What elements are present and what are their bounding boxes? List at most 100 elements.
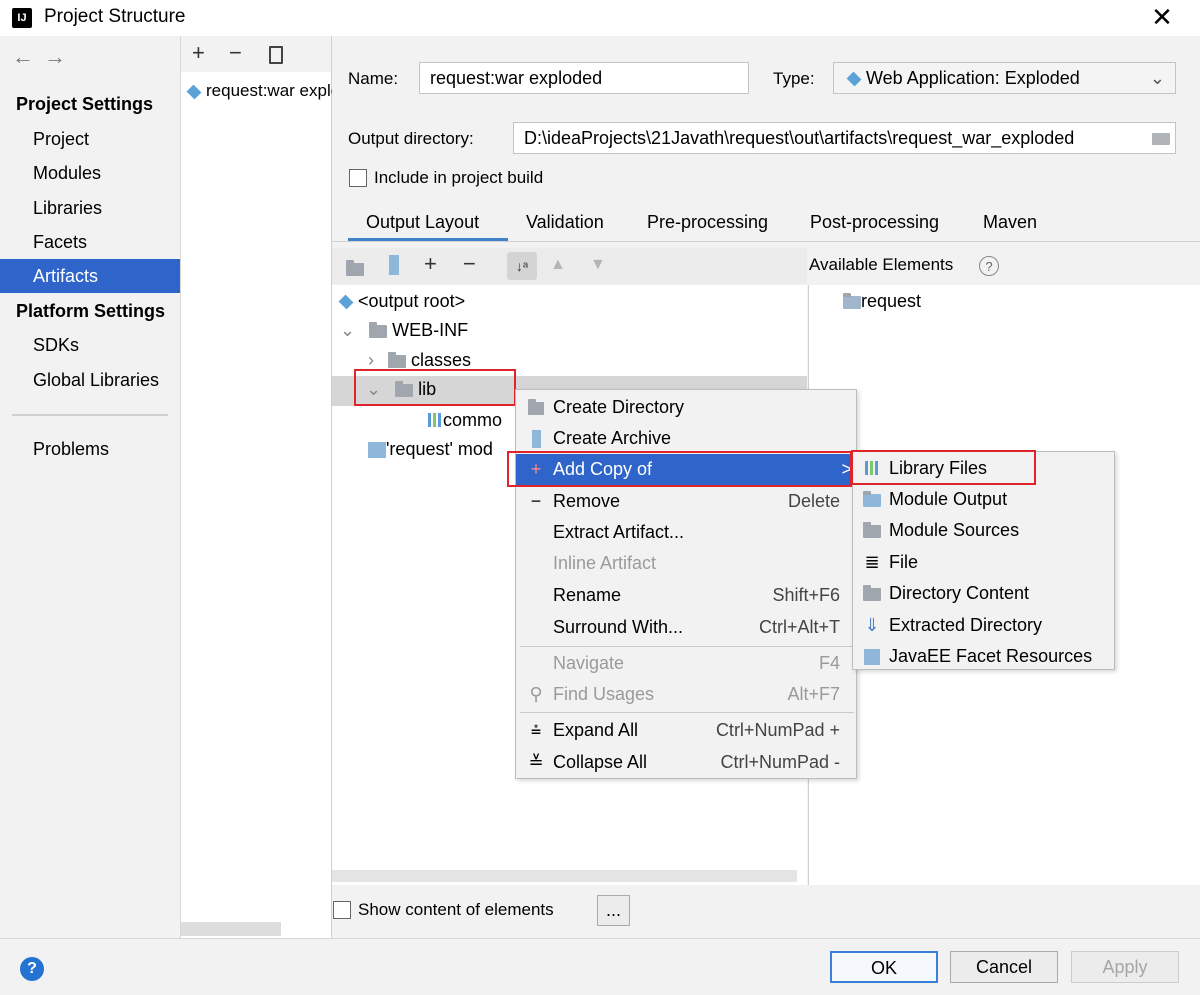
menu-item-remove[interactable]: − Remove Delete [516,486,856,517]
chevron-down-icon: ⌄ [340,320,356,340]
folder-icon [369,321,388,338]
tree-output-root[interactable]: <output root> [338,291,465,312]
menu-item-find-usages[interactable]: ⚲ Find Usages Alt+F7 [516,679,856,710]
submenu-item-directory-content[interactable]: Directory Content [853,578,1114,609]
tree-lib-child-label: commo [443,410,503,430]
platform-settings-header: Platform Settings [16,301,166,321]
sidebar-item-modules[interactable]: Modules [0,156,180,190]
sidebar-item-problems[interactable]: Problems [0,432,180,466]
tree-output-root-label: <output root> [358,291,466,311]
sidebar-item-facets[interactable]: Facets [0,225,180,259]
include-build-checkbox[interactable] [349,169,367,187]
menu-item-create-archive[interactable]: Create Archive [516,423,856,454]
menu-item-inline-artifact[interactable]: Inline Artifact [516,548,856,579]
tab-pre-processing[interactable]: Pre-processing [647,212,768,233]
tree-lib-child[interactable]: commo [428,410,502,432]
help-icon[interactable]: ? [20,957,44,981]
copy-icon[interactable] [269,46,283,64]
module-output-icon [861,484,883,515]
artifact-list-scrollbar[interactable] [181,922,281,936]
menu-separator [520,712,854,713]
sidebar-divider [12,414,168,416]
output-directory-field[interactable]: D:\ideaProjects\21Javath\request\out\art… [513,122,1176,154]
menu-item-expand-all[interactable]: ⩮ Expand All Ctrl+NumPad + [516,715,856,746]
output-directory-value: D:\ideaProjects\21Javath\request\out\art… [524,128,1075,148]
show-content-checkbox[interactable] [333,901,351,919]
menu-separator [520,646,854,647]
module-output-icon [368,442,386,459]
module-folder-icon [843,292,861,309]
sidebar-item-sdks[interactable]: SDKs [0,328,180,362]
show-content-label: Show content of elements [358,900,554,919]
folder-icon [388,351,406,368]
archive-toolbar-icon[interactable] [389,255,399,275]
sidebar-item-global-libraries[interactable]: Global Libraries [0,363,180,397]
javaee-facet-icon [861,641,883,672]
tab-post-processing[interactable]: Post-processing [810,212,939,233]
menu-item-rename[interactable]: Rename Shift+F6 [516,580,856,611]
context-menu: Create Directory Create Archive + Add Cop… [515,389,857,779]
web-artifact-icon [186,84,202,99]
search-icon: ⚲ [529,684,543,704]
archive-icon [526,423,546,454]
artifact-item[interactable]: request:war exploded [186,81,332,101]
name-input[interactable] [419,62,749,94]
apply-button[interactable]: Apply [1071,951,1179,983]
sidebar-item-project[interactable]: Project [0,122,180,156]
project-settings-header: Project Settings [16,94,154,114]
move-down-icon[interactable]: ▼ [590,256,606,274]
tree-module-output[interactable]: 'request' mod [368,439,493,460]
menu-item-collapse-all[interactable]: ≚ Collapse All Ctrl+NumPad - [516,747,856,778]
add-icon[interactable]: + [192,40,205,66]
remove-toolbar-icon[interactable]: − [463,251,476,277]
submenu-item-javaee-facet-resources[interactable]: JavaEE Facet Resources [853,641,1114,672]
lib-highlight-box [354,369,516,406]
tree-classes[interactable]: › classes [368,350,471,371]
collapse-all-icon: ≚ [528,752,544,772]
menu-item-create-directory[interactable]: Create Directory [516,392,856,423]
name-label: Name: [348,69,399,88]
type-select[interactable]: Web Application: Exploded ⌄ [833,62,1176,94]
create-directory-toolbar-icon[interactable] [346,258,364,279]
add-copy-toolbar-icon[interactable]: + [424,251,437,277]
tree-web-inf[interactable]: ⌄ WEB-INF [340,320,468,341]
tree-classes-label: classes [411,350,472,370]
submenu-item-file[interactable]: ≣ File [853,547,1114,578]
window-title: Project Structure [44,6,186,27]
artifact-list [181,36,332,938]
menu-item-navigate[interactable]: Navigate F4 [516,648,856,679]
expand-all-icon: ⩮ [530,720,542,740]
directory-content-icon [861,578,883,609]
sidebar-item-libraries[interactable]: Libraries [0,191,180,225]
tab-output-layout[interactable]: Output Layout [366,212,479,233]
tab-validation[interactable]: Validation [526,212,604,233]
tree-horizontal-scrollbar[interactable] [332,870,797,882]
help-question-icon[interactable]: ? [979,256,999,276]
ellipsis-button[interactable]: ... [597,895,630,926]
remove-icon[interactable]: − [229,40,242,66]
sidebar-item-artifacts[interactable]: Artifacts [0,259,180,293]
layout-toolbar [332,248,807,284]
available-elements-title: Available Elements [809,255,954,274]
folder-browse-icon[interactable] [1152,133,1170,145]
move-up-icon[interactable]: ▲ [550,256,566,274]
menu-item-surround-with[interactable]: Surround With... Ctrl+Alt+T [516,612,856,643]
ok-button[interactable]: OK [830,951,938,983]
file-icon: ≣ [864,552,880,572]
back-forward-icon[interactable]: ←→ [12,44,76,70]
chevron-down-icon: ⌄ [1149,68,1165,88]
submenu-item-module-sources[interactable]: Module Sources [853,515,1114,546]
close-icon[interactable]: ✕ [1150,2,1174,33]
submenu-item-extracted-directory[interactable]: ⇓ Extracted Directory [853,610,1114,641]
sort-alpha-icon[interactable]: ↓ᵃ [507,252,537,280]
available-request[interactable]: request [843,291,921,312]
add-copy-highlight-box [507,451,852,487]
submenu-item-module-output[interactable]: Module Output [853,484,1114,515]
menu-item-extract-artifact[interactable]: Extract Artifact... [516,517,856,548]
module-sources-icon [861,515,883,546]
include-build-label: Include in project build [374,168,544,187]
available-request-label: request [861,291,922,311]
cancel-button[interactable]: Cancel [950,951,1058,983]
chevron-right-icon: › [368,350,374,370]
tab-maven[interactable]: Maven [983,212,1037,233]
